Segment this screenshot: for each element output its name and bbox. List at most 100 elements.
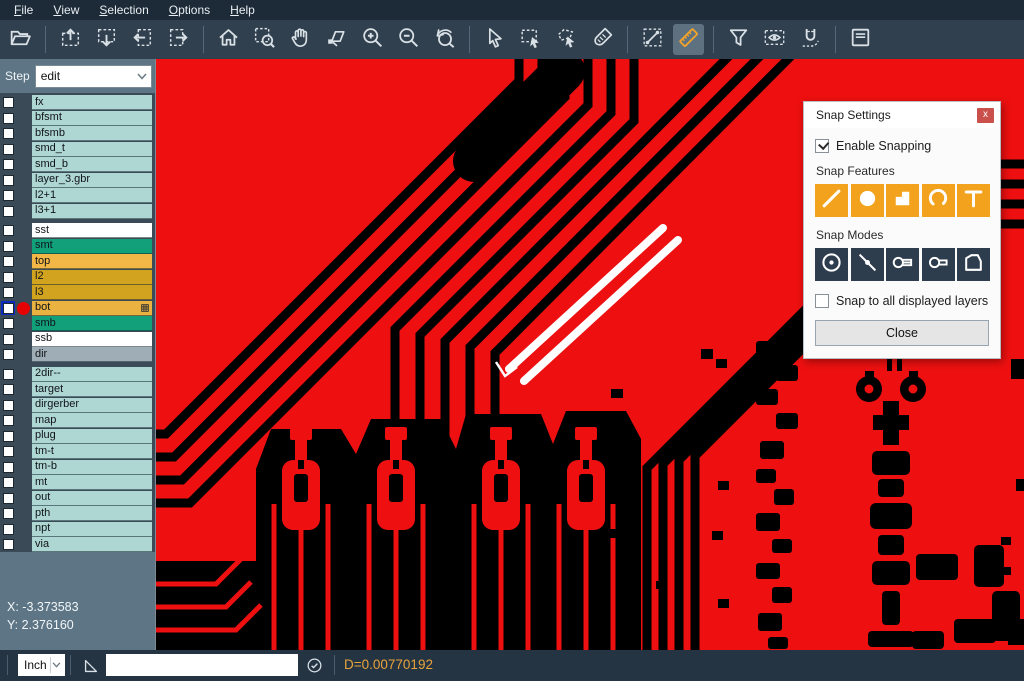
apply-check-icon[interactable] bbox=[303, 654, 326, 677]
select-pointer-button[interactable] bbox=[479, 24, 510, 55]
layer-visibility-checkbox[interactable] bbox=[1, 301, 15, 315]
layer-visibility-checkbox[interactable] bbox=[1, 204, 15, 218]
select-polygon-button[interactable] bbox=[551, 24, 582, 55]
feature-surface-button[interactable] bbox=[886, 184, 919, 217]
layer-visibility-checkbox[interactable] bbox=[1, 445, 15, 459]
layer-name-field[interactable]: target bbox=[32, 382, 152, 397]
home-view-button[interactable] bbox=[213, 24, 244, 55]
zoom-window-button[interactable] bbox=[249, 24, 280, 55]
layer-visibility-checkbox[interactable] bbox=[1, 270, 15, 284]
layer-name-field[interactable]: top bbox=[32, 254, 152, 269]
ruler-button[interactable] bbox=[673, 24, 704, 55]
layer-name-field[interactable]: ssb bbox=[32, 332, 152, 347]
layer-name-field[interactable]: bot bbox=[32, 301, 152, 316]
pan-up-button[interactable] bbox=[55, 24, 86, 55]
snap-all-layers-row[interactable]: Snap to all displayed layers bbox=[815, 294, 989, 308]
angle-measure-icon[interactable] bbox=[79, 654, 102, 677]
feature-text-button[interactable] bbox=[957, 184, 990, 217]
layer-name-field[interactable]: l3+1 bbox=[32, 204, 152, 219]
layer-visibility-checkbox[interactable] bbox=[1, 476, 15, 490]
layer-name-field[interactable]: smb bbox=[32, 316, 152, 331]
select-rect-button[interactable] bbox=[515, 24, 546, 55]
snap-magnet-button[interactable] bbox=[795, 24, 826, 55]
feature-line-button[interactable] bbox=[815, 184, 848, 217]
layer-visibility-checkbox[interactable] bbox=[1, 96, 15, 110]
layer-name-field[interactable]: mt bbox=[32, 475, 152, 490]
layer-name-field[interactable]: dir bbox=[32, 347, 152, 362]
layer-visibility-checkbox[interactable] bbox=[1, 538, 15, 552]
layer-name-field[interactable]: layer_3.gbr bbox=[32, 173, 152, 188]
layer-visibility-checkbox[interactable] bbox=[1, 367, 15, 381]
measure-value-input[interactable] bbox=[106, 654, 298, 676]
menu-file[interactable]: File bbox=[4, 0, 43, 20]
layer-name-field[interactable]: out bbox=[32, 491, 152, 506]
layer-name-field[interactable]: smd_b bbox=[32, 157, 152, 172]
layer-visibility-checkbox[interactable] bbox=[1, 239, 15, 253]
snap-all-layers-checkbox[interactable] bbox=[815, 294, 829, 308]
layer-name-field[interactable]: via bbox=[32, 537, 152, 552]
menu-options[interactable]: Options bbox=[159, 0, 220, 20]
menu-view[interactable]: View bbox=[43, 0, 89, 20]
close-button[interactable]: Close bbox=[815, 320, 989, 346]
mode-pad-entire-button[interactable] bbox=[886, 248, 919, 281]
layer-visibility-checkbox[interactable] bbox=[1, 414, 15, 428]
layer-visibility-checkbox[interactable] bbox=[1, 507, 15, 521]
layer-visibility-checkbox[interactable] bbox=[1, 348, 15, 362]
layer-name-field[interactable]: 2dir-- bbox=[32, 367, 152, 382]
pan-left-button[interactable] bbox=[127, 24, 158, 55]
layer-visibility-checkbox[interactable] bbox=[1, 111, 15, 125]
feature-pad-button[interactable] bbox=[851, 184, 884, 217]
open-folder-button[interactable] bbox=[5, 24, 36, 55]
pan-right-button[interactable] bbox=[163, 24, 194, 55]
enable-snapping-row[interactable]: Enable Snapping bbox=[815, 139, 989, 153]
layer-visibility-checkbox[interactable] bbox=[1, 429, 15, 443]
zoom-in-button[interactable] bbox=[357, 24, 388, 55]
layer-visibility-checkbox[interactable] bbox=[1, 189, 15, 203]
display-toggle-eye-button[interactable] bbox=[759, 24, 790, 55]
zoom-object-button[interactable] bbox=[321, 24, 352, 55]
layer-name-field[interactable]: smt bbox=[32, 239, 152, 254]
layer-name-field[interactable]: l2+1 bbox=[32, 188, 152, 203]
measure-distance-button[interactable] bbox=[637, 24, 668, 55]
layer-name-field[interactable]: map bbox=[32, 413, 152, 428]
layer-visibility-checkbox[interactable] bbox=[1, 173, 15, 187]
zoom-previous-button[interactable] bbox=[429, 24, 460, 55]
layer-name-field[interactable]: npt bbox=[32, 522, 152, 537]
zoom-out-button[interactable] bbox=[393, 24, 424, 55]
layer-name-field[interactable]: pth bbox=[32, 506, 152, 521]
mode-pad-edge-button[interactable] bbox=[922, 248, 955, 281]
layer-name-field[interactable]: bfsmt bbox=[32, 111, 152, 126]
layer-name-field[interactable]: tm-b bbox=[32, 460, 152, 475]
mode-center-button[interactable] bbox=[815, 248, 848, 281]
layer-visibility-checkbox[interactable] bbox=[1, 127, 15, 141]
menu-help[interactable]: Help bbox=[220, 0, 265, 20]
mode-line-point-button[interactable] bbox=[851, 248, 884, 281]
layer-visibility-checkbox[interactable] bbox=[1, 460, 15, 474]
layer-visibility-checkbox[interactable] bbox=[1, 158, 15, 172]
layer-visibility-checkbox[interactable] bbox=[1, 142, 15, 156]
layer-visibility-checkbox[interactable] bbox=[1, 383, 15, 397]
step-dropdown[interactable]: edit bbox=[35, 65, 152, 88]
report-list-button[interactable] bbox=[845, 24, 876, 55]
dialog-title-bar[interactable]: Snap Settings x bbox=[804, 102, 1000, 128]
layer-visibility-checkbox[interactable] bbox=[1, 491, 15, 505]
menu-selection[interactable]: Selection bbox=[89, 0, 158, 20]
dialog-close-button[interactable]: x bbox=[977, 108, 994, 123]
layer-name-field[interactable]: dirgerber bbox=[32, 398, 152, 413]
layer-name-field[interactable]: smd_t bbox=[32, 142, 152, 157]
filter-funnel-button[interactable] bbox=[723, 24, 754, 55]
layer-name-field[interactable]: l2 bbox=[32, 270, 152, 285]
layer-visibility-checkbox[interactable] bbox=[1, 398, 15, 412]
layer-visibility-checkbox[interactable] bbox=[1, 255, 15, 269]
feature-arc-button[interactable] bbox=[922, 184, 955, 217]
enable-snapping-checkbox[interactable] bbox=[815, 139, 829, 153]
unit-dropdown[interactable]: Inch bbox=[18, 654, 65, 676]
layer-visibility-checkbox[interactable] bbox=[1, 317, 15, 331]
layer-name-field[interactable]: bfsmb bbox=[32, 126, 152, 141]
layer-visibility-checkbox[interactable] bbox=[1, 522, 15, 536]
mode-profile-button[interactable] bbox=[957, 248, 990, 281]
layer-name-field[interactable]: sst bbox=[32, 223, 152, 238]
layer-visibility-checkbox[interactable] bbox=[1, 224, 15, 238]
pan-hand-button[interactable] bbox=[285, 24, 316, 55]
layer-name-field[interactable]: tm-t bbox=[32, 444, 152, 459]
